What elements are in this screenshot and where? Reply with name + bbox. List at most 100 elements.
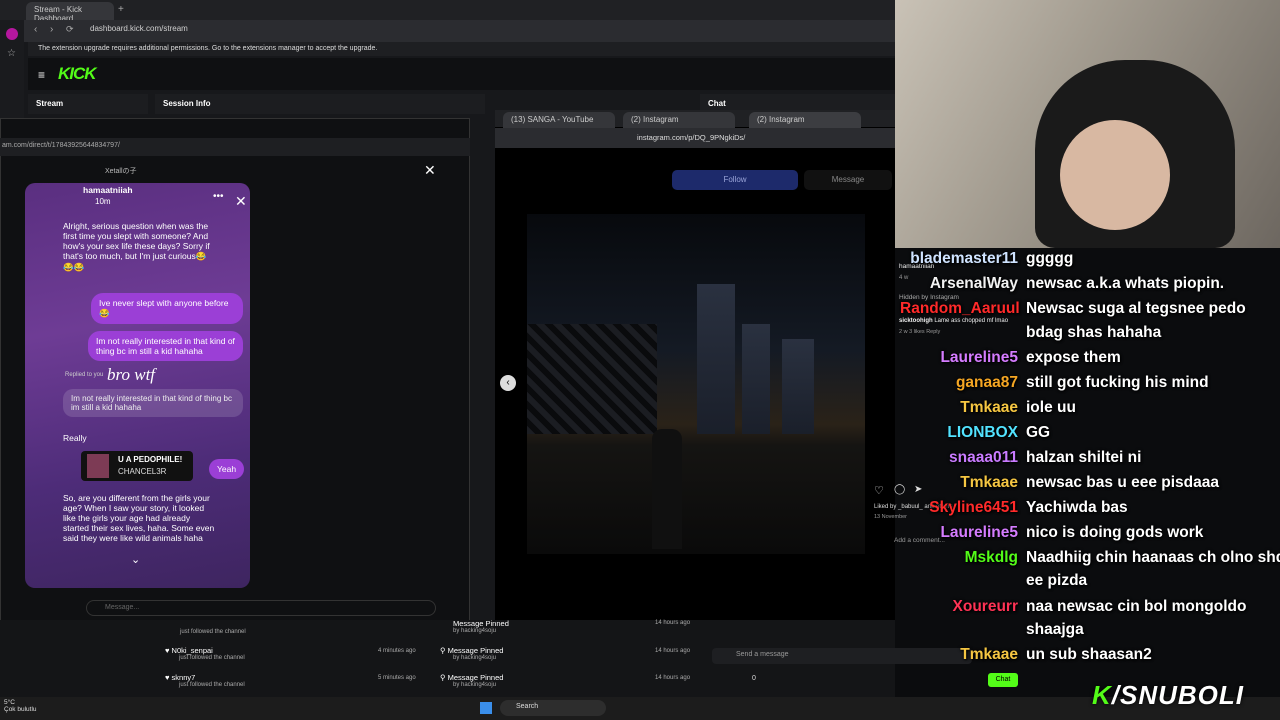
pinned-item: Message Pinned by hacking4soju bbox=[453, 619, 509, 634]
chevron-down-icon[interactable]: ⌄ bbox=[131, 553, 140, 566]
dm-message: Yeah bbox=[209, 459, 245, 479]
chat-line: Tmkaae un sub shaasan2 bbox=[900, 646, 1152, 664]
kick-header: ≡ bbox=[28, 58, 895, 90]
chat-message: GG bbox=[1026, 424, 1051, 441]
chat-username[interactable]: Tmkaae bbox=[900, 474, 1018, 492]
chat-message: newsac bas u eee pisdaaa bbox=[1026, 474, 1219, 491]
building bbox=[782, 339, 814, 434]
chat-username[interactable]: ArsenalWay bbox=[900, 275, 1018, 293]
session-info-label: Session Info bbox=[163, 99, 211, 108]
browser-tab[interactable]: Stream - Kick Dashboard bbox=[26, 2, 114, 23]
chat-message: ggggg bbox=[1026, 250, 1074, 267]
streamer-face bbox=[1060, 120, 1170, 230]
address-bar[interactable]: ‹ › ⟳ dashboard.kick.com/stream bbox=[0, 20, 895, 42]
follow-button[interactable]: Follow bbox=[672, 170, 798, 190]
chat-tab-label: Chat bbox=[708, 99, 726, 108]
building bbox=[742, 324, 770, 434]
pinned-time: 14 hours ago bbox=[655, 620, 691, 626]
chat-message: iole uu bbox=[1026, 399, 1076, 416]
story-close-icon[interactable]: ✕ bbox=[235, 193, 247, 210]
activity-sub: just followed the channel bbox=[179, 655, 245, 661]
browser-tab-bar: Stream - Kick Dashboard + bbox=[0, 0, 895, 23]
building bbox=[697, 284, 735, 434]
ig-tab-label: (2) Instagram bbox=[757, 115, 805, 124]
weather-desc: Çok bulutlu bbox=[4, 706, 37, 713]
new-tab-icon[interactable]: + bbox=[118, 4, 124, 15]
chat-username[interactable]: ganaa87 bbox=[900, 374, 1018, 392]
chat-message: un sub shaasan2 bbox=[1026, 646, 1152, 663]
chat-username[interactable]: blademaster11 bbox=[900, 250, 1018, 268]
pinned-title: Message Pinned bbox=[447, 673, 504, 682]
chat-message: Naadhiig chin haanaas ch olno shd bbox=[1026, 549, 1280, 566]
chat-username[interactable]: Tmkaae bbox=[900, 399, 1018, 417]
reload-icon[interactable]: ⟳ bbox=[66, 24, 74, 35]
chat-line: Mskdlg Naadhiig chin haanaas ch olno shd bbox=[900, 549, 1280, 567]
dm-message: Alright, serious question when was the f… bbox=[63, 221, 210, 272]
star-icon[interactable]: ☆ bbox=[7, 48, 16, 59]
ig-address-bar[interactable]: instagram.com/p/DQ_9PNgkiDs/ bbox=[495, 128, 895, 148]
activity-title: N0ki_senpai bbox=[171, 646, 213, 655]
chat-username[interactable]: Laureline5 bbox=[900, 349, 1018, 367]
shared-post-card[interactable]: U A PEDOPHILE! CHANCEL3R bbox=[81, 451, 193, 481]
chat-line: ee pizda bbox=[900, 572, 1087, 590]
dm-message-input[interactable]: Message... bbox=[86, 600, 436, 616]
dm-message: So, are you different from the girls you… bbox=[63, 493, 215, 543]
more-icon[interactable]: ••• bbox=[213, 191, 224, 202]
follow-label: Follow bbox=[723, 175, 747, 184]
session-info-panel[interactable]: Session Info bbox=[155, 94, 485, 114]
chat-message: newsac a.k.a whats piopin. bbox=[1026, 275, 1225, 292]
activity-sub: just followed the channel bbox=[179, 682, 245, 688]
menu-icon[interactable]: ≡ bbox=[38, 68, 45, 82]
chat-send-button[interactable]: Chat bbox=[988, 673, 1018, 687]
close-icon[interactable]: ✕ bbox=[424, 162, 436, 179]
windows-start-icon[interactable] bbox=[480, 702, 492, 714]
chat-line: Laureline5 expose them bbox=[900, 349, 1121, 367]
chat-username[interactable]: Random_Aaruul bbox=[900, 300, 1020, 318]
profile-icon[interactable] bbox=[6, 28, 18, 40]
webcam-feed bbox=[895, 0, 1280, 248]
taskbar-search[interactable]: Search bbox=[500, 700, 606, 716]
chat-message: halzan shiltei ni bbox=[1026, 449, 1142, 466]
chat-message: still got fucking his mind bbox=[1026, 374, 1209, 391]
pinned-sub: by hacking4soju bbox=[453, 628, 497, 634]
chat-username[interactable]: LIONBOX bbox=[900, 424, 1018, 442]
dm-message: Im not really interested in that kind of… bbox=[88, 331, 243, 361]
chat-message: nico is doing gods work bbox=[1026, 524, 1204, 541]
chat-username[interactable]: Mskdlg bbox=[900, 549, 1018, 567]
activity-time: 5 minutes ago bbox=[378, 675, 416, 681]
chat-username[interactable]: Tmkaae bbox=[900, 646, 1018, 664]
chat-username[interactable]: Laureline5 bbox=[900, 524, 1018, 542]
forward-icon[interactable]: › bbox=[50, 24, 53, 35]
chat-username[interactable]: snaaa011 bbox=[900, 449, 1018, 467]
activity-item: just followed the channel bbox=[180, 629, 246, 635]
notice-text: The extension upgrade requires additiona… bbox=[38, 45, 378, 52]
activity-item: ♥ sknny7 just followed the channel bbox=[165, 673, 245, 688]
shared-post-title: U A PEDOPHILE! bbox=[118, 455, 183, 464]
chat-line: bdag shas hahaha bbox=[900, 324, 1161, 342]
send-placeholder: Send a message bbox=[736, 651, 789, 658]
chat-username[interactable]: Xoureurr bbox=[900, 598, 1018, 616]
chat-line: LIONBOX GG bbox=[900, 424, 1050, 442]
kick-k-icon: K bbox=[1092, 680, 1112, 710]
ig-tab-label: (13) SANGA - YouTube bbox=[511, 115, 594, 124]
back-icon[interactable]: ‹ bbox=[34, 24, 37, 35]
replied-label: Replied to you bbox=[65, 372, 104, 378]
message-button[interactable]: Message bbox=[804, 170, 892, 190]
dm-address-bar[interactable]: am.com/direct/t/17843925644834797/ bbox=[0, 138, 470, 156]
pinned-title: Message Pinned bbox=[453, 619, 509, 628]
replied-message: Im not really interested in that kind of… bbox=[63, 389, 243, 417]
weather-widget[interactable]: 5°C Çok bulutlu bbox=[4, 699, 37, 713]
dm-url: am.com/direct/t/17843925644834797/ bbox=[2, 142, 120, 149]
nav-stream[interactable]: Stream bbox=[28, 94, 148, 114]
chat-message: expose them bbox=[1026, 349, 1121, 366]
kick-logo[interactable]: KICK bbox=[58, 64, 97, 84]
pinned-time: 14 hours ago bbox=[655, 648, 691, 654]
shared-post-thumbnail bbox=[87, 454, 109, 478]
story-username: hamaatniiah bbox=[83, 185, 133, 195]
chevron-left-icon[interactable]: ‹ bbox=[500, 375, 516, 391]
pinned-title: Message Pinned bbox=[447, 646, 504, 655]
heart-icon[interactable]: ♡ bbox=[874, 484, 884, 497]
weather-temp: 5°C bbox=[4, 699, 15, 706]
chat-message: naa newsac cin bol mongoldo bbox=[1026, 598, 1247, 615]
chat-username[interactable]: Skyline6451 bbox=[900, 499, 1018, 517]
